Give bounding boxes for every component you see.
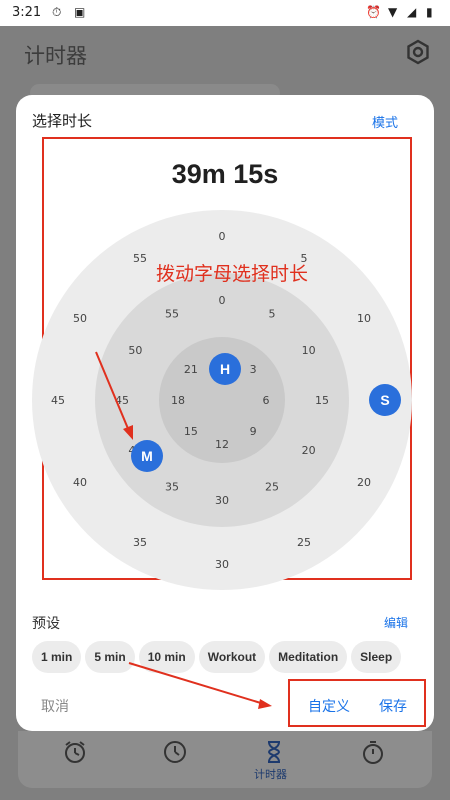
minute-handle[interactable]: M [131, 440, 163, 472]
minutes-tick-label-5: 5 [269, 307, 276, 320]
minutes-tick-label-10: 10 [302, 344, 316, 357]
minutes-tick-label-20: 20 [302, 444, 316, 457]
custom-button[interactable]: 自定义 [308, 696, 350, 716]
hours-tick-label-18: 18 [171, 394, 185, 407]
timer-status-icon: ⏱ [52, 5, 62, 19]
minutes-tick-label-0: 0 [219, 294, 226, 307]
edit-presets-link[interactable]: 编辑 [384, 614, 408, 631]
clock-icon[interactable] [162, 739, 188, 765]
save-button[interactable]: 保存 [379, 696, 407, 716]
seconds-tick-label-40: 40 [73, 476, 87, 489]
second-handle-label: S [380, 392, 389, 408]
hour-handle[interactable]: H [209, 353, 241, 385]
cancel-button[interactable]: 取消 [41, 696, 69, 716]
hours-tick-label-3: 3 [250, 363, 257, 376]
hour-handle-label: H [220, 361, 230, 377]
seconds-tick-label-35: 35 [133, 536, 147, 549]
stopwatch-icon[interactable] [360, 739, 386, 765]
signal-icon: ◢ [407, 5, 417, 19]
duration-dial[interactable]: 0510152025303540455055 05101520253035404… [16, 95, 434, 595]
seconds-tick-label-30: 30 [215, 558, 229, 571]
duration-dialog: 选择时长 模式 39m 15s 0510152025303540455055 0… [16, 95, 434, 731]
minutes-tick-label-15: 15 [315, 394, 329, 407]
minute-handle-label: M [141, 448, 153, 464]
minutes-tick-label-25: 25 [265, 481, 279, 494]
hours-tick-label-15: 15 [184, 425, 198, 438]
minutes-tick-label-55: 55 [165, 307, 179, 320]
minutes-tick-label-35: 35 [165, 481, 179, 494]
presets-title: 预设 [32, 616, 60, 632]
hours-tick-label-21: 21 [184, 363, 198, 376]
hours-tick-label-9: 9 [250, 425, 257, 438]
wifi-icon: ▼ [388, 5, 398, 19]
alarm-icon[interactable] [62, 739, 88, 765]
seconds-tick-label-20: 20 [357, 476, 371, 489]
seconds-tick-label-50: 50 [73, 312, 87, 325]
minutes-tick-label-50: 50 [128, 344, 142, 357]
status-bar: 3:21 ⏱ ▣ ⏰ ▼ ◢ ▮ [0, 0, 450, 26]
seconds-tick-label-10: 10 [357, 312, 371, 325]
battery-icon: ▮ [426, 5, 433, 19]
seconds-tick-label-25: 25 [297, 536, 311, 549]
hours-tick-label-12: 12 [215, 438, 229, 451]
alarm-status-icon: ⏰ [366, 5, 381, 19]
second-handle[interactable]: S [369, 384, 401, 416]
minutes-tick-label-30: 30 [215, 494, 229, 507]
hours-tick-label-6: 6 [263, 394, 270, 407]
seconds-tick-label-0: 0 [219, 230, 226, 243]
seconds-tick-label-55: 55 [133, 252, 147, 265]
hourglass-icon[interactable] [261, 739, 287, 765]
annotation-text: 拨动字母选择时长 [156, 263, 309, 285]
nav-label-timer: 计时器 [254, 768, 287, 781]
seconds-tick-label-45: 45 [51, 394, 65, 407]
status-time: 3:21 [12, 5, 42, 20]
app-title: 计时器 [24, 44, 87, 68]
app-notification-icon: ▣ [74, 5, 86, 19]
settings-gear-icon[interactable] [404, 38, 432, 66]
bottom-navigation: 计时器 [18, 731, 432, 788]
